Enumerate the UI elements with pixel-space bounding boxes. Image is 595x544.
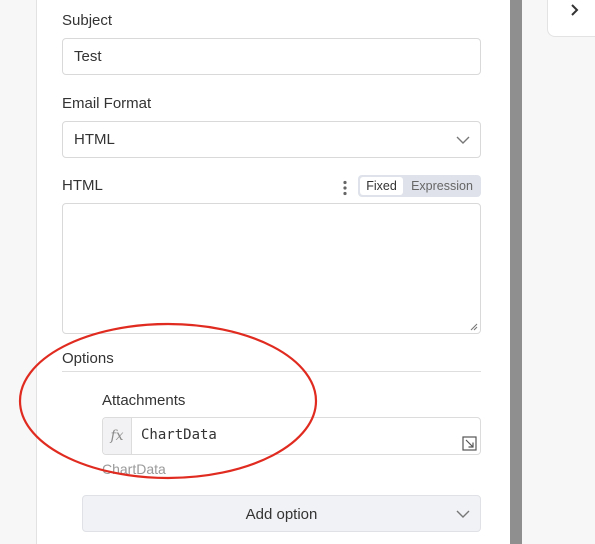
attachments-expression-value: ChartData	[141, 427, 217, 443]
subject-input[interactable]: Test	[62, 38, 481, 75]
more-vertical-icon[interactable]	[342, 180, 348, 196]
options-divider	[62, 371, 481, 372]
open-expression-editor-icon[interactable]	[462, 436, 477, 451]
attachments-expression-input[interactable]: fx ChartData	[102, 417, 481, 455]
fx-icon: fx	[103, 418, 132, 454]
panel-resize-divider[interactable]	[510, 0, 522, 544]
subject-value: Test	[74, 48, 102, 65]
chevron-down-icon	[456, 136, 470, 144]
toggle-fixed-option[interactable]: Fixed	[360, 177, 403, 195]
attachments-expression-result: ChartData	[102, 461, 166, 477]
email-format-select[interactable]: HTML	[62, 121, 481, 158]
html-label: HTML	[62, 177, 103, 194]
collapsed-output-card[interactable]	[547, 0, 595, 37]
fixed-expression-toggle: Fixed Expression	[358, 175, 481, 197]
chevron-right-icon	[571, 4, 579, 16]
add-option-label: Add option	[245, 506, 318, 523]
toggle-expression-option[interactable]: Expression	[407, 177, 477, 195]
chevron-down-icon	[456, 510, 470, 518]
resize-grip-icon[interactable]	[468, 321, 478, 331]
add-option-button[interactable]: Add option	[82, 495, 481, 532]
attachments-label: Attachments	[102, 392, 186, 409]
left-gutter	[0, 0, 37, 544]
subject-label: Subject	[62, 12, 113, 29]
email-format-label: Email Format	[62, 95, 152, 112]
options-section-title: Options	[62, 350, 114, 367]
email-format-value: HTML	[74, 131, 115, 148]
html-textarea[interactable]	[62, 203, 481, 334]
right-panel	[522, 0, 595, 544]
